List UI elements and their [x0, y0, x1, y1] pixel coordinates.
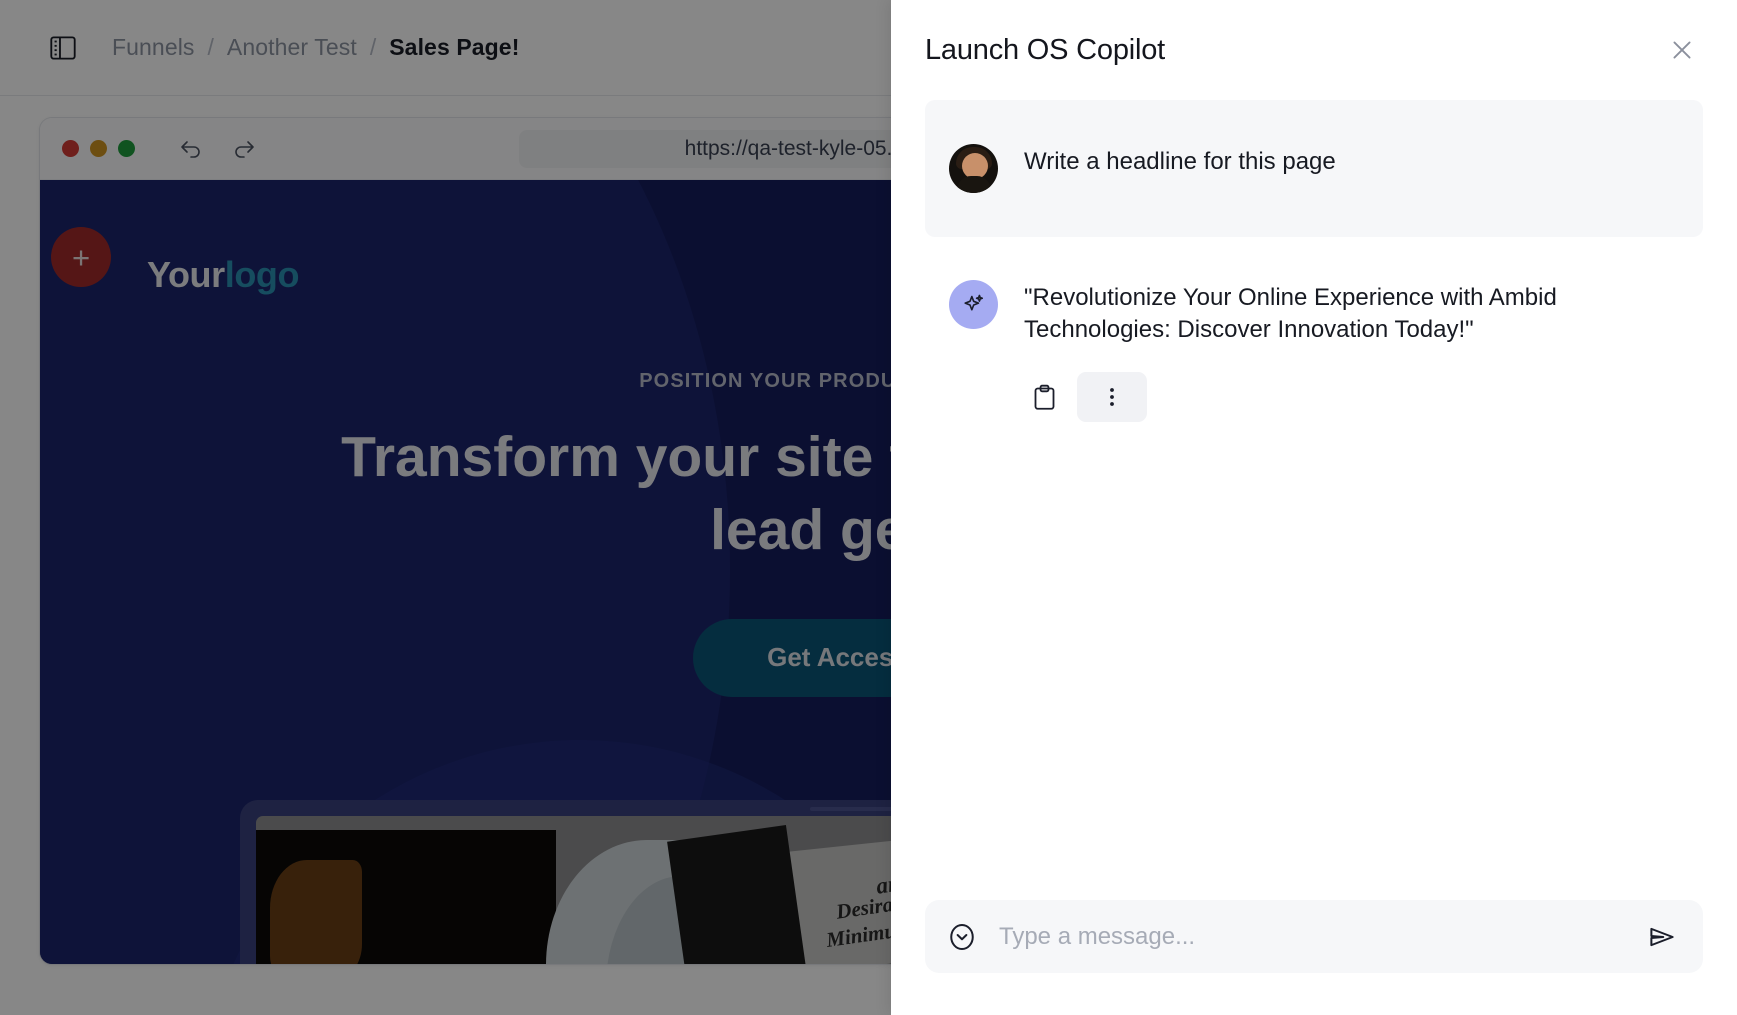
close-icon[interactable] — [1665, 33, 1699, 67]
copilot-panel: Launch OS Copilot Write a headline for t… — [891, 0, 1737, 1015]
copilot-conversation: Write a headline for this page "Revoluti… — [891, 100, 1737, 900]
chat-message-assistant: "Revolutionize Your Online Experience wi… — [925, 237, 1703, 346]
more-vertical-icon[interactable] — [1077, 372, 1147, 423]
copilot-header: Launch OS Copilot — [891, 0, 1737, 100]
app-root: Funnels / Another Test / Sales Page! htt… — [0, 0, 1737, 1015]
clipboard-icon[interactable] — [1023, 376, 1065, 418]
chat-message-user: Write a headline for this page — [925, 100, 1703, 237]
send-icon[interactable] — [1647, 922, 1677, 952]
sparkle-icon — [949, 280, 998, 329]
copilot-footer — [891, 900, 1737, 1015]
chat-message-assistant-text: "Revolutionize Your Online Experience wi… — [1024, 284, 1557, 344]
assistant-message-actions — [1023, 372, 1703, 423]
user-avatar — [949, 144, 998, 193]
message-input[interactable] — [999, 922, 1647, 951]
chevron-down-circle-icon[interactable] — [947, 922, 977, 952]
message-composer — [925, 900, 1703, 973]
copilot-title: Launch OS Copilot — [925, 33, 1166, 66]
chat-message-user-text: Write a headline for this page — [1024, 148, 1336, 175]
